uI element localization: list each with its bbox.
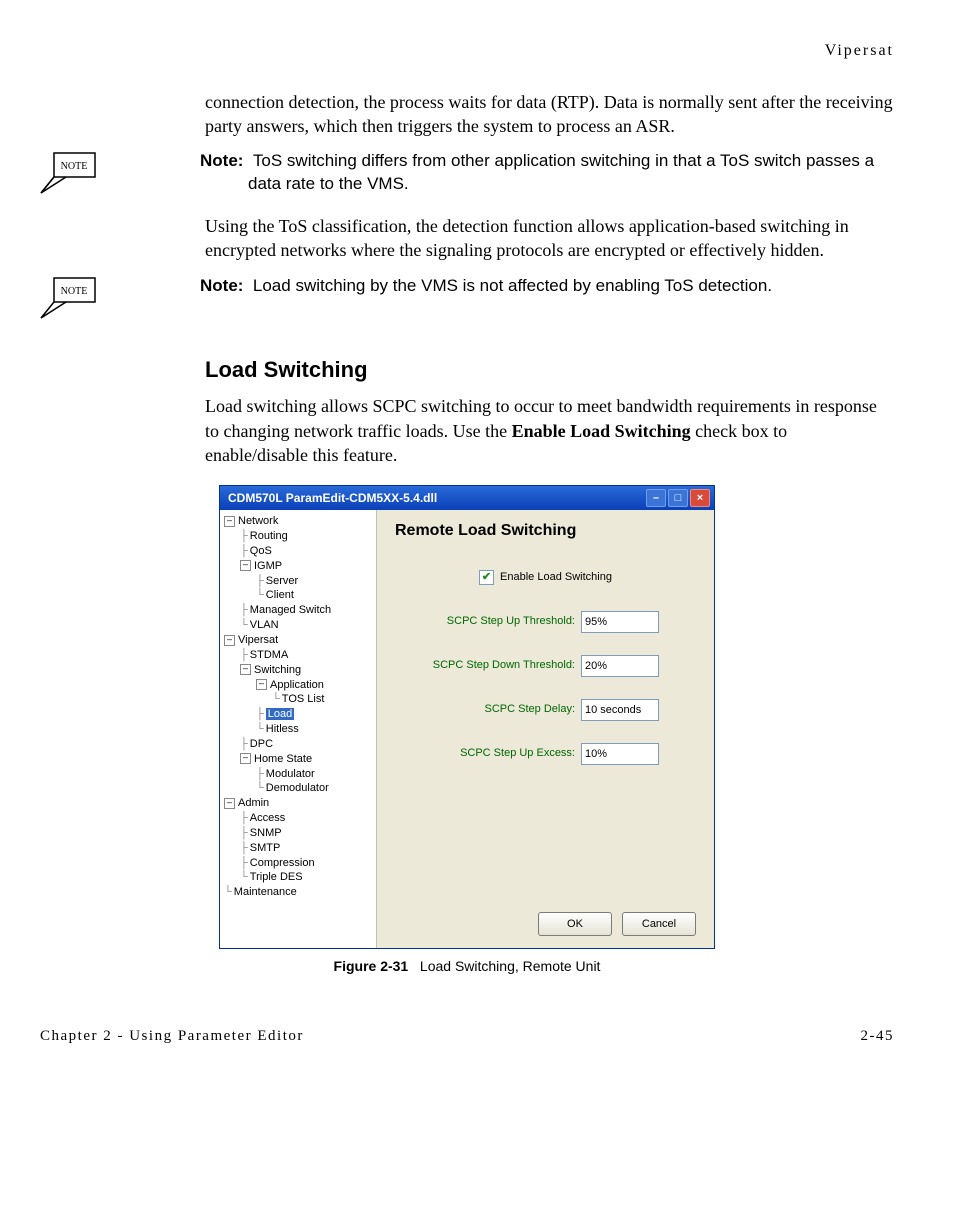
svg-text:NOTE: NOTE [61,286,88,297]
expand-icon[interactable]: – [224,798,235,809]
tree-network[interactable]: Network [238,515,278,527]
note-2-text: Note: Load switching by the VMS is not a… [200,275,894,298]
panel-heading: Remote Load Switching [395,520,696,542]
step-up-excess-label: SCPC Step Up Excess: [395,746,581,761]
step-down-threshold-label: SCPC Step Down Threshold: [395,658,581,673]
enable-load-switching-checkbox[interactable]: ✔ [479,570,494,585]
tree-client[interactable]: Client [266,589,294,601]
step-up-threshold-input[interactable] [581,611,659,633]
paragraph-3-b: Enable Load Switching [512,421,691,441]
dialog-window: CDM570L ParamEdit-CDM5XX-5.4.dll – □ × –… [219,485,715,949]
note-1: NOTE Note: ToS switching differs from ot… [40,150,894,196]
figure-caption-text: Load Switching, Remote Unit [420,958,601,974]
section-heading-load-switching: Load Switching [205,355,894,385]
close-icon[interactable]: × [690,489,710,507]
note-2-label: Note: [200,276,243,295]
tree-managed-switch[interactable]: Managed Switch [250,604,331,616]
note-icon: NOTE [40,277,96,319]
expand-icon[interactable]: – [240,560,251,571]
tree-smtp[interactable]: SMTP [250,842,281,854]
tree-admin[interactable]: Admin [238,797,269,809]
footer-left: Chapter 2 - Using Parameter Editor [40,1026,304,1046]
tree-routing[interactable]: Routing [250,530,288,542]
tree-server[interactable]: Server [266,575,298,587]
step-up-threshold-label: SCPC Step Up Threshold: [395,614,581,629]
tree-demodulator[interactable]: Demodulator [266,782,329,794]
expand-icon[interactable]: – [240,753,251,764]
page-header-right: Vipersat [40,40,894,62]
tree-triple-des[interactable]: Triple DES [250,871,303,883]
window-title: CDM570L ParamEdit-CDM5XX-5.4.dll [228,490,437,506]
tree-snmp[interactable]: SNMP [250,827,282,839]
figure-caption: Figure 2-31 Load Switching, Remote Unit [40,957,894,976]
tree-vlan[interactable]: VLAN [250,619,279,631]
ok-button[interactable]: OK [538,912,612,936]
step-delay-input[interactable] [581,699,659,721]
tree-access[interactable]: Access [250,812,285,824]
expand-icon[interactable]: – [224,635,235,646]
tree-switching[interactable]: Switching [254,664,301,676]
tree-tos-list[interactable]: TOS List [282,693,325,705]
tree-modulator[interactable]: Modulator [266,768,315,780]
figure-label: Figure 2-31 [334,958,409,974]
note-1-text: Note: ToS switching differs from other a… [200,150,894,196]
nav-tree[interactable]: –Network ├Routing ├QoS –IGMP ├Server └Cl… [220,510,377,948]
minimize-icon[interactable]: – [646,489,666,507]
tree-hitless[interactable]: Hitless [266,723,299,735]
step-down-threshold-input[interactable] [581,655,659,677]
step-delay-label: SCPC Step Delay: [395,702,581,717]
tree-home-state[interactable]: Home State [254,753,312,765]
settings-panel: Remote Load Switching ✔ Enable Load Swit… [377,510,714,948]
cancel-button[interactable]: Cancel [622,912,696,936]
tree-compression[interactable]: Compression [250,857,315,869]
note-2: NOTE Note: Load switching by the VMS is … [40,275,894,319]
tree-igmp[interactable]: IGMP [254,560,282,572]
maximize-icon[interactable]: □ [668,489,688,507]
step-up-excess-input[interactable] [581,743,659,765]
note-1-label: Note: [200,151,243,170]
paragraph-1: connection detection, the process waits … [205,90,894,139]
note-icon-label: NOTE [61,161,88,172]
tree-qos[interactable]: QoS [250,545,272,557]
paragraph-3: Load switching allows SCPC switching to … [205,394,894,467]
tree-vipersat[interactable]: Vipersat [238,634,278,646]
expand-icon[interactable]: – [240,664,251,675]
titlebar[interactable]: CDM570L ParamEdit-CDM5XX-5.4.dll – □ × [220,486,714,510]
enable-load-switching-label: Enable Load Switching [500,570,612,585]
note-icon: NOTE [40,152,96,194]
paragraph-2: Using the ToS classification, the detect… [205,214,894,263]
footer-right: 2-45 [861,1026,895,1046]
tree-dpc[interactable]: DPC [250,738,273,750]
expand-icon[interactable]: – [224,516,235,527]
expand-icon[interactable]: – [256,679,267,690]
tree-stdma[interactable]: STDMA [250,649,289,661]
tree-application[interactable]: Application [270,679,324,691]
tree-maintenance[interactable]: Maintenance [234,886,297,898]
tree-load-selected[interactable]: Load [266,708,294,720]
